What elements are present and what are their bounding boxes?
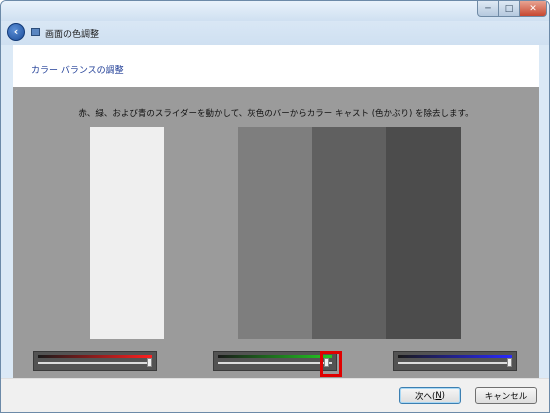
gray-bar-4: [312, 127, 386, 339]
window-title: 画面の色調整: [45, 30, 100, 40]
green-slider[interactable]: [213, 351, 337, 371]
dialog-window: ─ □ ✕ ‹ 画面の色調整 カラー バランスの調整 赤、緑、および青のスライダ…: [0, 0, 550, 413]
gray-bar-3: [238, 127, 312, 339]
red-slider-thumb[interactable]: [147, 358, 152, 367]
highlight-box: [320, 351, 342, 377]
navigation-bar: ‹ 画面の色調整: [1, 21, 549, 45]
next-button[interactable]: 次へ(N): [399, 387, 461, 404]
gray-bar-1: [90, 127, 164, 339]
title-bar: ─ □ ✕: [1, 1, 549, 21]
red-slider[interactable]: [33, 351, 157, 371]
page-heading: カラー バランスの調整: [31, 66, 124, 76]
close-button[interactable]: ✕: [519, 1, 547, 17]
footer-bar: 次へ(N) キャンセル: [1, 378, 549, 412]
green-slider-track[interactable]: [218, 362, 332, 364]
instruction-text: 赤、緑、および青のスライダーを動かして、灰色のバーからカラー キャスト (色かぶ…: [78, 109, 474, 119]
content-area: カラー バランスの調整 赤、緑、および青のスライダーを動かして、灰色のバーからカ…: [13, 45, 539, 378]
blue-slider[interactable]: [393, 351, 517, 371]
gray-bar-2: [164, 127, 238, 339]
red-slider-track[interactable]: [38, 362, 152, 364]
blue-slider-thumb[interactable]: [507, 358, 512, 367]
color-balance-panel: 赤、緑、および青のスライダーを動かして、灰色のバーからカラー キャスト (色かぶ…: [13, 87, 539, 378]
display-color-icon: [31, 28, 40, 36]
gray-bar-5: [386, 127, 461, 339]
blue-slider-track[interactable]: [398, 362, 512, 364]
cancel-button[interactable]: キャンセル: [475, 387, 537, 404]
arrow-left-icon: ‹: [13, 25, 19, 38]
red-gradient: [38, 355, 152, 358]
minimize-button[interactable]: ─: [477, 1, 499, 17]
green-gradient: [218, 355, 332, 358]
blue-gradient: [398, 355, 512, 358]
maximize-button[interactable]: □: [498, 1, 520, 17]
back-button[interactable]: ‹: [7, 23, 25, 41]
